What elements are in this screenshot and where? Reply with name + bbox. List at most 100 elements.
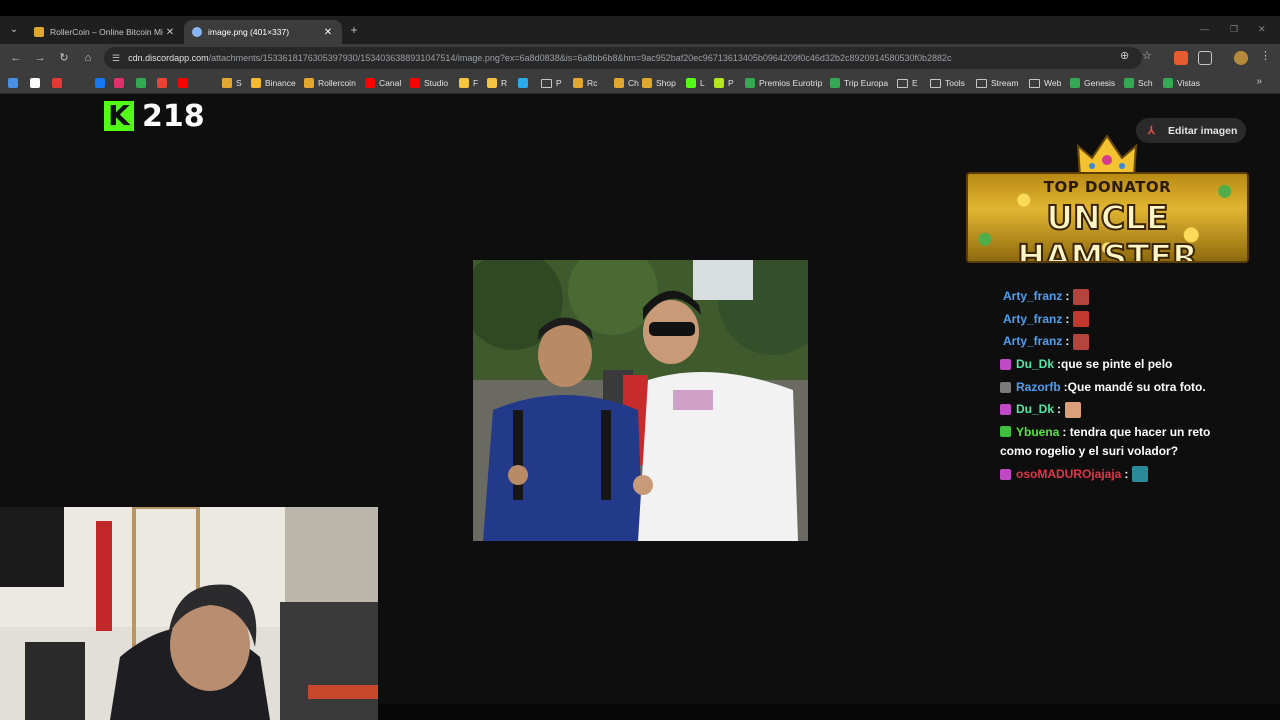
reload-icon[interactable]: ↻ [56, 50, 72, 66]
bookmark-label: S [236, 78, 242, 88]
minimize-icon[interactable]: — [1200, 24, 1209, 34]
donator-title: TOP DONATOR [1043, 178, 1172, 196]
folder-icon [897, 78, 908, 88]
bookmark-label: E [912, 78, 918, 88]
tab-search-chevron-icon[interactable]: ⌄ [6, 22, 22, 38]
chat-badge-icon [1000, 381, 1011, 393]
chat-username[interactable]: Du_Dk [1016, 400, 1054, 419]
bookmark-item[interactable] [74, 76, 88, 90]
bookmark-label: Web [1044, 78, 1062, 88]
bookmark-item[interactable] [518, 76, 532, 90]
bookmark-item[interactable]: Studio [410, 76, 448, 90]
site-info-icon[interactable]: ☰ [112, 53, 120, 64]
chat-badge-icon [1000, 404, 1011, 416]
bookmark-item[interactable] [157, 76, 171, 90]
chat-badge-icon [1000, 468, 1011, 480]
folder-icon [1029, 78, 1040, 88]
bookmark-favicon-icon [487, 78, 497, 88]
bookmark-item[interactable] [200, 76, 214, 90]
chat-text: Que mandé su otra foto. [1067, 379, 1206, 394]
chat-username[interactable]: Razorfb [1016, 378, 1061, 397]
maximize-icon[interactable]: ❐ [1230, 24, 1238, 35]
close-icon[interactable]: ✕ [322, 27, 334, 38]
home-icon[interactable]: ⌂ [80, 50, 96, 66]
bookmark-item[interactable]: R [487, 76, 507, 90]
bookmark-favicon-icon [222, 78, 232, 88]
tab-image[interactable]: image.png (401×337) ✕ [184, 20, 342, 44]
bookmark-label: Stream [991, 78, 1019, 88]
bookmark-item[interactable] [30, 76, 44, 90]
bookmark-favicon-icon [830, 78, 840, 88]
bookmarks-overflow-icon[interactable]: » [1256, 76, 1262, 87]
bookmark-item[interactable]: E [897, 76, 918, 90]
bookmark-favicon-icon [686, 78, 696, 88]
bookmark-item[interactable]: Tools [930, 76, 965, 90]
back-icon[interactable]: ← [8, 50, 24, 66]
bookmark-favicon-icon [459, 78, 469, 88]
chat-username[interactable]: Du_Dk [1016, 355, 1054, 374]
chat-username[interactable]: Ybuena [1016, 425, 1059, 439]
bookmark-item[interactable]: Rc [573, 76, 597, 90]
chat-username[interactable]: Arty_franz [1003, 310, 1062, 329]
bookmark-label: P [728, 78, 734, 88]
bookmark-item[interactable]: Sch [1124, 76, 1153, 90]
bookmark-item[interactable]: P [714, 76, 734, 90]
bookmark-item[interactable]: Ch [614, 76, 639, 90]
zoom-icon[interactable]: ⊕ [1120, 49, 1129, 62]
bookmark-item[interactable]: Web [1029, 76, 1061, 90]
tab-rollercoin[interactable]: RollerCoin – Online Bitcoin Mi ✕ [26, 20, 184, 44]
bookmark-item[interactable] [52, 76, 66, 90]
profile-avatar[interactable] [1234, 51, 1248, 65]
chat-username[interactable]: Arty_franz [1003, 287, 1062, 306]
chat-badge-icon [1000, 426, 1011, 438]
bottom-bar [378, 704, 1280, 720]
bookmark-item[interactable]: Shop [642, 76, 676, 90]
chat-emote-icon [1073, 333, 1090, 350]
bookmark-item[interactable]: Genesis [1070, 76, 1115, 90]
bookmark-favicon-icon [614, 78, 624, 88]
bookmark-item[interactable] [136, 76, 150, 90]
bookmark-label: Premios Eurotrip [759, 78, 823, 88]
folder-icon [930, 78, 941, 88]
bookmark-item[interactable]: Rollercoin [304, 76, 356, 90]
bookmark-item[interactable]: Binance [251, 76, 296, 90]
new-tab-icon[interactable]: + [346, 22, 362, 38]
bookmark-item[interactable]: Premios Eurotrip [745, 76, 822, 90]
bookmark-favicon-icon [30, 78, 40, 88]
bookmark-item[interactable]: L [686, 76, 705, 90]
bookmark-favicon-icon [114, 78, 124, 88]
bookmark-item[interactable]: Vistas [1163, 76, 1200, 90]
bookmark-label: Shop [656, 78, 676, 88]
bookmark-item[interactable]: S [222, 76, 242, 90]
bookmark-item[interactable]: F [459, 76, 478, 90]
bookmark-item[interactable] [8, 76, 22, 90]
extensions-puzzle-icon[interactable] [1198, 51, 1212, 65]
bookmark-star-icon[interactable]: ☆ [1142, 49, 1152, 62]
bookmark-favicon-icon [642, 78, 652, 88]
menu-icon[interactable]: ⋮ [1260, 49, 1271, 62]
chat-message: Du_Dk: [1000, 400, 1240, 419]
screen-top-bar [0, 0, 1280, 16]
window-close-icon[interactable]: ✕ [1258, 24, 1266, 35]
chat-separator: : [1057, 402, 1062, 417]
bookmark-label: F [473, 78, 479, 88]
bookmark-item[interactable]: Canal [365, 76, 401, 90]
bookmark-item[interactable] [114, 76, 128, 90]
extension-icon[interactable] [1174, 51, 1188, 65]
forward-icon[interactable]: → [32, 50, 48, 66]
close-icon[interactable]: ✕ [164, 27, 176, 38]
chat-separator: : [1065, 334, 1070, 349]
webcam-image [0, 507, 378, 720]
chat-text: que se pinte el pelo [1061, 357, 1173, 372]
chat-username[interactable]: osoMADUROjajaja [1016, 465, 1121, 484]
address-bar[interactable]: ☰ cdn.discordapp.com/attachments/1533618… [104, 47, 1142, 69]
webcam-feed [0, 507, 378, 720]
bookmark-item[interactable]: Stream [976, 76, 1018, 90]
bookmark-favicon-icon [74, 78, 84, 88]
bookmark-item[interactable]: P [541, 76, 562, 90]
bookmark-item[interactable] [178, 76, 192, 90]
bookmark-item[interactable]: Trip Europa [830, 76, 888, 90]
chat-message: Arty_franz: [1000, 310, 1240, 329]
bookmark-item[interactable] [95, 76, 109, 90]
chat-username[interactable]: Arty_franz [1003, 332, 1062, 351]
